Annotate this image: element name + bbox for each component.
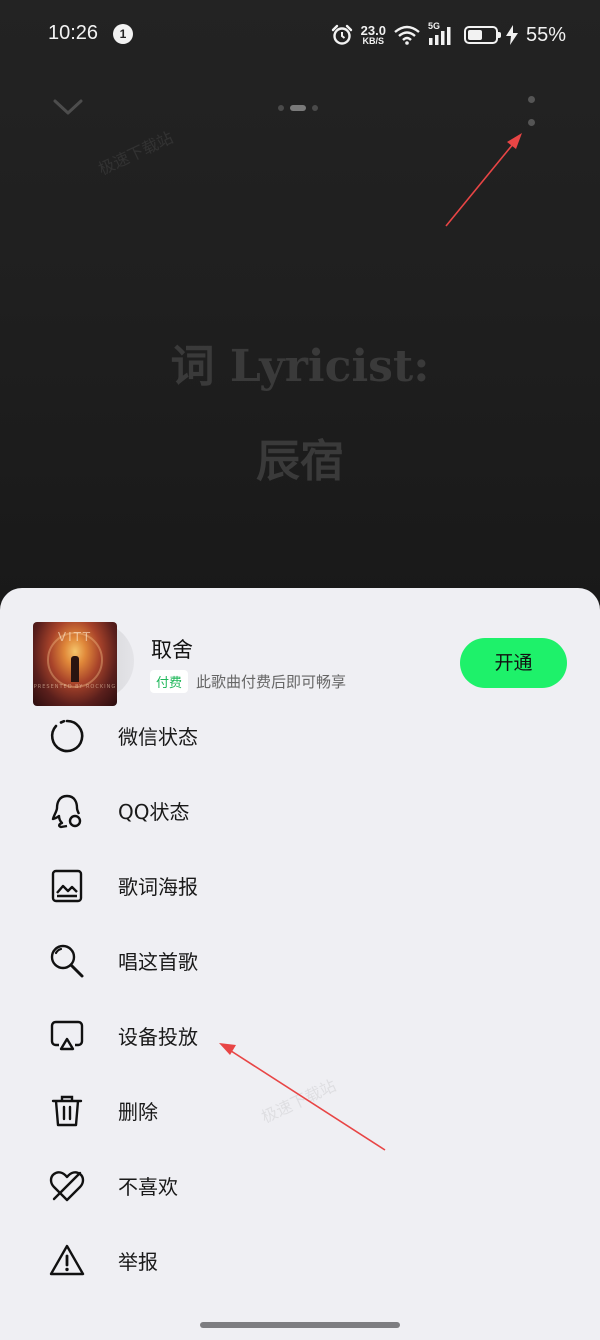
cover-artist-text: VITT [57,630,93,644]
paid-badge: 付费 [150,670,189,693]
warning-icon [48,1242,86,1280]
page-indicator [278,105,318,111]
cover-caption: PRESENTED BY ROCKING [33,684,117,690]
menu-item-label: 删除 [118,1100,158,1124]
cover-figure [71,656,79,682]
status-indicators: 23.0 KB/S 5G 55% [331,21,566,48]
notification-badge: 1 [113,24,133,44]
menu-item-lyrics-poster[interactable]: 歌词海报 [0,848,600,923]
open-membership-button[interactable]: 开通 [460,638,567,688]
microphone-icon [48,942,86,980]
cast-icon [48,1017,86,1055]
player-background[interactable]: 10:26 1 23.0 KB/S 5G 55% 极速下载站 词 Lyricis… [0,0,600,600]
charging-bolt-icon [505,25,518,45]
chevron-down-icon [53,99,83,115]
menu-item-wechat-status[interactable]: 微信状态 [0,698,600,773]
qq-status-icon [48,792,86,830]
alarm-clock-icon [331,24,352,45]
signal-bars-icon [428,27,451,45]
song-options-sheet: VITT PRESENTED BY ROCKING 取舍 付费 此歌曲付费后即可… [0,588,600,1340]
trash-icon [48,1092,86,1130]
song-meta: 付费 此歌曲付费后即可畅享 [150,670,346,693]
network-speed-unit: KB/S [362,36,385,46]
options-menu: 微信状态 QQ状态 歌词海报 唱这首歌 设备投放 删除 不喜欢 举报 [0,698,600,1298]
lyrics-poster-icon [48,867,86,905]
menu-item-report[interactable]: 举报 [0,1223,600,1298]
cellular-signal: 5G [428,21,456,46]
battery-fill [467,30,483,40]
status-bar: 10:26 1 23.0 KB/S 5G 55% [0,0,600,70]
more-options-button[interactable] [522,96,540,126]
menu-item-qq-status[interactable]: QQ状态 [0,773,600,848]
album-cover: VITT PRESENTED BY ROCKING [33,622,117,706]
more-dot [527,119,535,126]
more-dot [527,96,535,103]
menu-item-label: QQ状态 [118,800,190,824]
battery-icon [463,26,501,44]
menu-item-label: 设备投放 [118,1025,198,1049]
song-info-row[interactable]: VITT PRESENTED BY ROCKING 取舍 付费 此歌曲付费后即可… [0,618,600,706]
watermark: 极速下载站 [95,127,176,179]
page-dot-active [290,105,306,111]
menu-item-label: 唱这首歌 [118,950,198,974]
menu-item-label: 举报 [118,1250,158,1274]
menu-item-device-cast[interactable]: 设备投放 [0,998,600,1073]
song-title: 取舍 [151,638,193,662]
battery-percent: 55% [525,23,566,46]
collapse-player-button[interactable] [50,92,86,122]
network-speed: 23.0 KB/S [361,24,386,46]
menu-item-label: 不喜欢 [118,1175,178,1199]
page-dot [312,105,318,111]
menu-item-label: 微信状态 [118,725,198,749]
paid-description: 此歌曲付费后即可畅享 [196,673,347,691]
wechat-status-icon [48,717,86,755]
menu-item-dislike[interactable]: 不喜欢 [0,1148,600,1223]
dislike-heart-icon [48,1167,86,1205]
wifi-icon [394,25,420,45]
lyric-line: 词 Lyricist: [170,341,430,392]
menu-item-label: 歌词海报 [118,875,198,899]
home-indicator[interactable] [200,1322,400,1328]
menu-item-sing-song[interactable]: 唱这首歌 [0,923,600,998]
lyric-line: 辰宿 [256,436,344,487]
page-dot [278,105,284,111]
status-time: 10:26 [48,22,99,44]
